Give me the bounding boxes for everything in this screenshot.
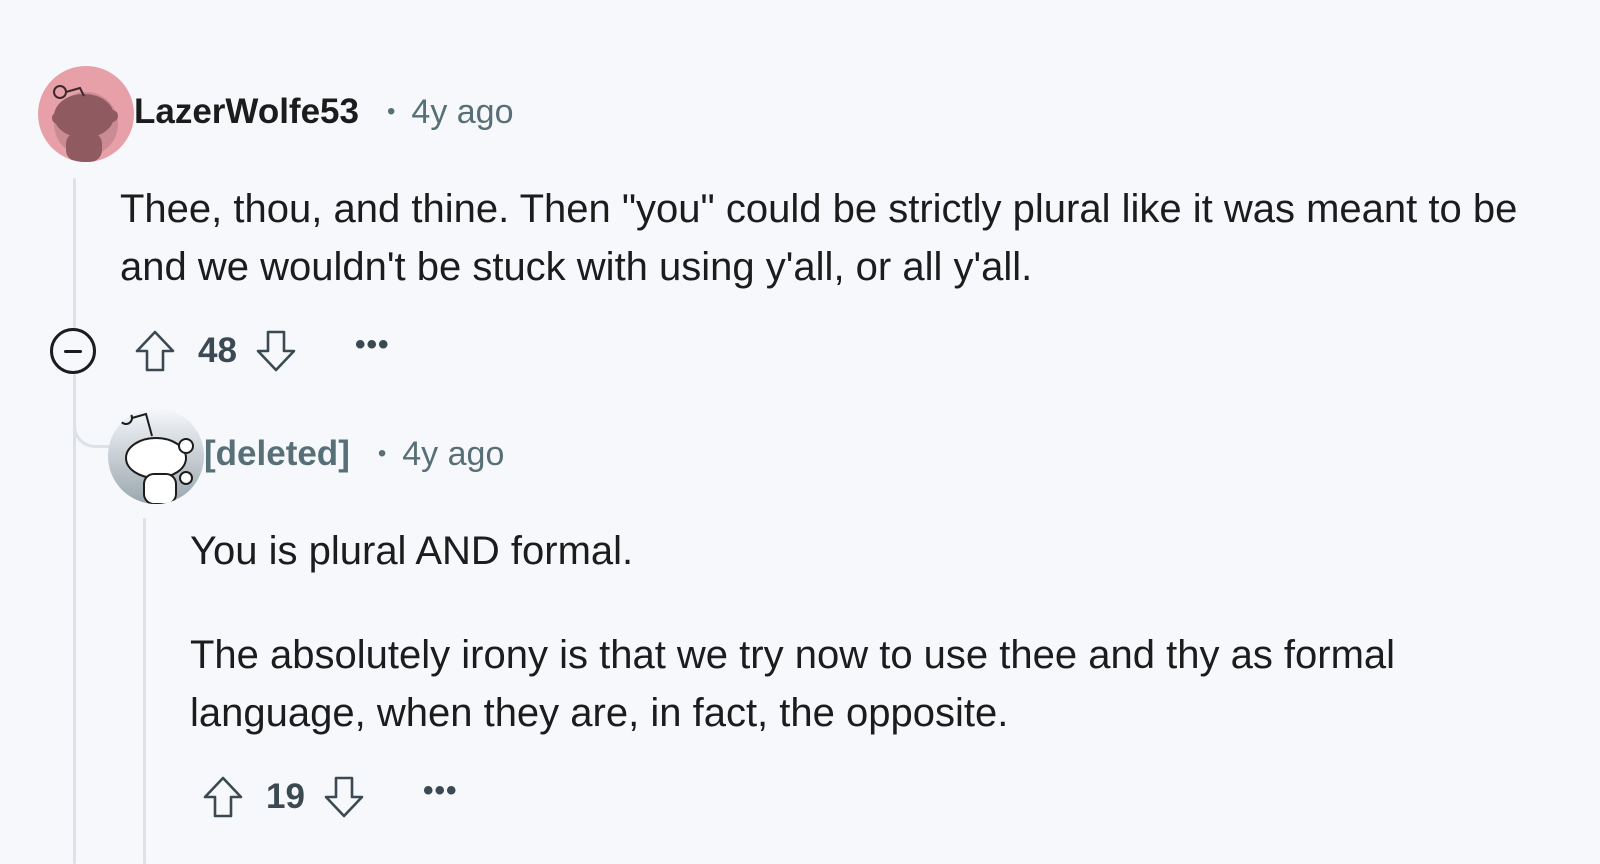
username[interactable]: LazerWolfe53 bbox=[134, 92, 359, 132]
vote-score: 19 bbox=[266, 777, 305, 816]
more-options-button[interactable]: ••• bbox=[423, 774, 458, 808]
reply-thread-line[interactable] bbox=[143, 518, 146, 864]
timestamp[interactable]: 4y ago bbox=[402, 435, 504, 474]
separator-dot: • bbox=[377, 440, 387, 467]
downvote-button[interactable] bbox=[321, 773, 367, 821]
avatar[interactable] bbox=[38, 66, 134, 162]
downvote-icon bbox=[256, 330, 296, 372]
collapse-icon bbox=[64, 349, 82, 353]
upvote-icon bbox=[203, 776, 243, 818]
comment-meta: LazerWolfe53 • 4y ago bbox=[134, 92, 514, 132]
collapse-thread-button[interactable] bbox=[50, 328, 96, 374]
comment-body: You is plural AND formal. The absolutely… bbox=[190, 522, 1570, 742]
avatar[interactable] bbox=[108, 408, 204, 504]
downvote-button[interactable] bbox=[253, 327, 299, 375]
vote-score: 48 bbox=[198, 331, 237, 370]
comment-meta: [deleted] • 4y ago bbox=[204, 434, 504, 474]
snoo-avatar-icon bbox=[38, 66, 134, 162]
snoo-avatar-icon bbox=[108, 408, 204, 504]
upvote-button[interactable] bbox=[200, 773, 246, 821]
timestamp[interactable]: 4y ago bbox=[411, 93, 513, 132]
comment-actions: 48 ••• bbox=[132, 326, 389, 376]
upvote-button[interactable] bbox=[132, 327, 178, 375]
more-options-button[interactable]: ••• bbox=[355, 328, 390, 362]
upvote-icon bbox=[135, 330, 175, 372]
comment-body: Thee, thou, and thine. Then "you" could … bbox=[120, 187, 1518, 289]
comment-paragraph: The absolutely irony is that we try now … bbox=[190, 633, 1396, 735]
comment-actions: 19 ••• bbox=[200, 772, 457, 822]
thread-line[interactable] bbox=[73, 374, 76, 864]
thread-line[interactable] bbox=[73, 178, 76, 328]
username: [deleted] bbox=[204, 434, 350, 473]
comment-paragraph: You is plural AND formal. bbox=[190, 529, 634, 573]
downvote-icon bbox=[324, 776, 364, 818]
separator-dot: • bbox=[387, 98, 396, 125]
